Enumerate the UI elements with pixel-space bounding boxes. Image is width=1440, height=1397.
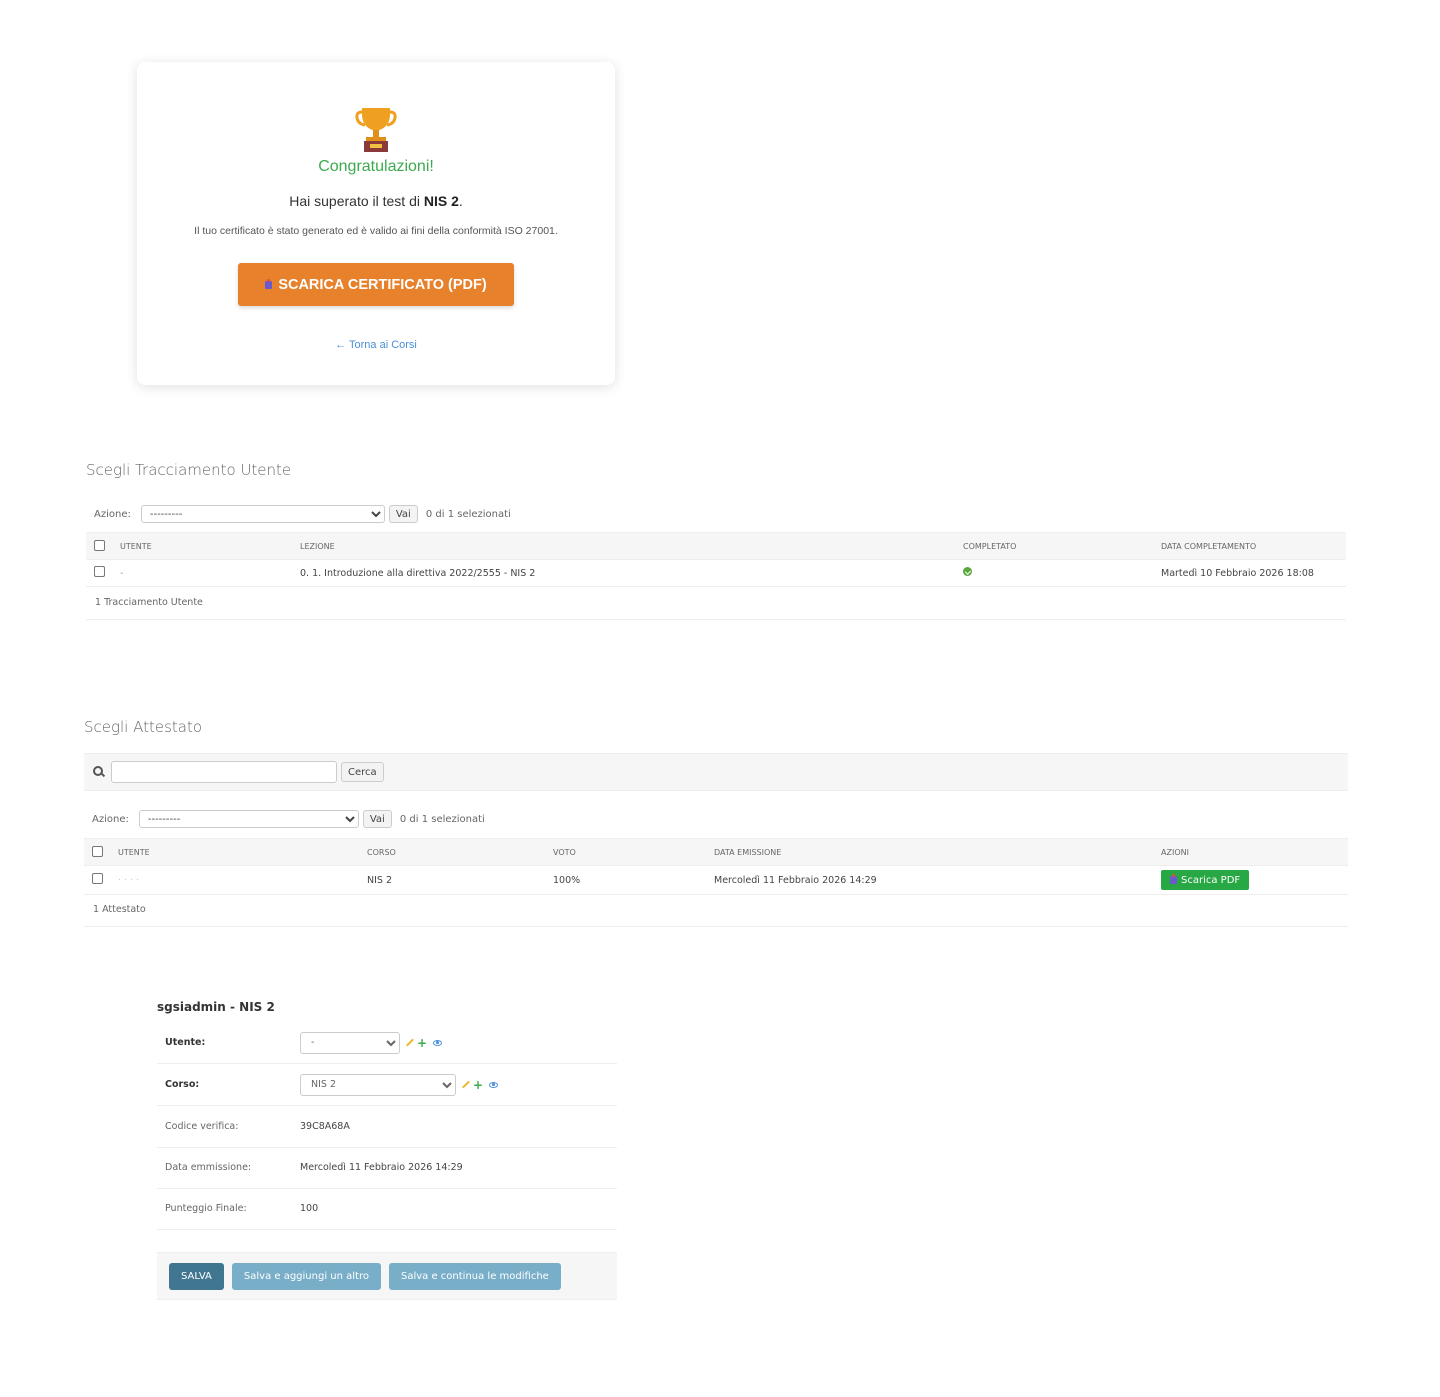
cell-azioni: Scarica PDF bbox=[1153, 865, 1348, 895]
tracking-paginator: 1 Tracciamento Utente bbox=[86, 586, 1346, 620]
column-data-completamento[interactable]: Data completamento bbox=[1153, 532, 1346, 560]
table-header-row: Utente Lezione Completato Data completam… bbox=[86, 532, 1346, 560]
add-plus-icon[interactable]: + bbox=[417, 1037, 427, 1049]
select-all-header bbox=[84, 838, 110, 866]
column-completato[interactable]: Completato bbox=[955, 532, 1153, 560]
column-corso[interactable]: Corso bbox=[359, 838, 545, 866]
cell-voto: 100% bbox=[545, 865, 706, 895]
add-plus-icon[interactable]: + bbox=[473, 1079, 483, 1091]
column-azioni: Azioni bbox=[1153, 838, 1348, 866]
cell-data-emissione: Mercoledì 11 Febbraio 2026 14:29 bbox=[706, 865, 1153, 895]
form-title: sgsiadmin - NIS 2 bbox=[157, 1000, 275, 1014]
field-label-codice: Codice verifica: bbox=[165, 1121, 239, 1132]
completed-check-icon bbox=[963, 567, 972, 576]
field-label-punteggio: Punteggio Finale: bbox=[165, 1203, 247, 1214]
tracking-title: Scegli Tracciamento Utente bbox=[86, 461, 292, 479]
tracking-actions: Azione: --------- Vai 0 di 1 selezionati bbox=[94, 505, 511, 523]
field-label-data: Data emmissione: bbox=[165, 1162, 252, 1173]
document-icon bbox=[1170, 874, 1177, 884]
punteggio-value: 100 bbox=[300, 1203, 319, 1214]
save-and-add-button[interactable]: Salva e aggiungi un altro bbox=[231, 1262, 381, 1290]
course-name: NIS 2 bbox=[423, 193, 459, 209]
field-row-utente: Utente: - + bbox=[157, 1022, 617, 1064]
field-label-utente: Utente: bbox=[165, 1037, 206, 1048]
field-label-corso: Corso: bbox=[165, 1079, 200, 1090]
search-button[interactable]: Cerca bbox=[341, 762, 384, 782]
field-row-corso: Corso: NIS 2 + bbox=[157, 1064, 617, 1106]
tracking-table: Utente Lezione Completato Data completam… bbox=[86, 532, 1346, 587]
select-all-checkbox[interactable] bbox=[94, 539, 105, 551]
action-label: Azione: bbox=[94, 508, 131, 520]
row-select-cell bbox=[84, 865, 110, 895]
edit-pencil-icon[interactable] bbox=[462, 1080, 470, 1089]
passed-prefix: Hai superato il test di bbox=[289, 193, 424, 209]
download-pdf-button[interactable]: Scarica PDF bbox=[1161, 870, 1250, 890]
congrats-heading: Congratulazioni! bbox=[318, 158, 434, 175]
select-all-header bbox=[86, 532, 112, 560]
table-row: - 0. 1. Introduzione alla direttiva 2022… bbox=[86, 559, 1346, 587]
edit-pencil-icon[interactable] bbox=[406, 1038, 414, 1047]
save-and-continue-button[interactable]: Salva e continua le modifiche bbox=[388, 1262, 561, 1290]
data-value: Mercoledì 11 Febbraio 2026 14:29 bbox=[300, 1162, 463, 1173]
cell-utente[interactable]: · · · · bbox=[110, 865, 359, 895]
certificate-card: Congratulazioni! Hai superato il test di… bbox=[137, 62, 615, 385]
download-pdf-label: Scarica PDF bbox=[1181, 874, 1241, 886]
cell-completato bbox=[955, 559, 1153, 587]
column-data-emissione[interactable]: Data emissione bbox=[706, 838, 1153, 866]
field-row-codice: Codice verifica: 39C8A68A bbox=[157, 1106, 617, 1148]
view-eye-icon[interactable] bbox=[433, 1039, 443, 1046]
related-actions: + bbox=[406, 1037, 443, 1049]
field-row-data: Data emmissione: Mercoledì 11 Febbraio 2… bbox=[157, 1147, 617, 1189]
table-header-row: Utente Corso Voto Data emissione Azioni bbox=[84, 838, 1348, 866]
cell-utente[interactable]: - bbox=[112, 559, 292, 587]
codice-value: 39C8A68A bbox=[300, 1121, 350, 1132]
attestato-paginator: 1 Attestato bbox=[84, 893, 1348, 927]
field-row-punteggio: Punteggio Finale: 100 bbox=[157, 1188, 617, 1230]
submit-row: SALVA Salva e aggiungi un altro Salva e … bbox=[157, 1252, 617, 1300]
action-select[interactable]: --------- bbox=[140, 505, 385, 523]
table-row: · · · · NIS 2 100% Mercoledì 11 Febbraio… bbox=[84, 865, 1348, 895]
search-icon bbox=[93, 766, 105, 778]
select-all-checkbox[interactable] bbox=[92, 845, 103, 857]
utente-select[interactable]: - bbox=[300, 1031, 400, 1054]
attestato-actions: Azione: --------- Vai 0 di 1 selezionati bbox=[92, 810, 485, 828]
view-eye-icon[interactable] bbox=[489, 1081, 499, 1088]
save-button[interactable]: SALVA bbox=[169, 1262, 224, 1290]
validity-note: Il tuo certificato è stato generato ed è… bbox=[194, 225, 558, 237]
back-to-courses-link[interactable]: ← Torna ai Corsi bbox=[137, 339, 615, 351]
selection-counter: 0 di 1 selezionati bbox=[425, 508, 511, 520]
corso-select[interactable]: NIS 2 bbox=[300, 1073, 456, 1096]
column-lezione[interactable]: Lezione bbox=[292, 532, 955, 560]
search-input[interactable] bbox=[111, 761, 337, 783]
row-checkbox[interactable] bbox=[92, 873, 103, 884]
action-label: Azione: bbox=[92, 813, 129, 825]
cell-corso: NIS 2 bbox=[359, 865, 545, 895]
row-checkbox[interactable] bbox=[94, 566, 105, 577]
column-utente[interactable]: Utente bbox=[110, 838, 359, 866]
trophy-icon bbox=[355, 108, 397, 152]
go-button[interactable]: Vai bbox=[362, 810, 392, 828]
go-button[interactable]: Vai bbox=[388, 505, 418, 523]
passed-message: Hai superato il test di NIS 2. bbox=[137, 193, 615, 209]
selection-counter: 0 di 1 selezionati bbox=[399, 813, 485, 825]
cell-lezione: 0. 1. Introduzione alla direttiva 2022/2… bbox=[292, 559, 955, 587]
cell-data: Martedì 10 Febbraio 2026 18:08 bbox=[1153, 559, 1346, 587]
action-select[interactable]: --------- bbox=[138, 810, 359, 828]
download-certificate-button[interactable]: SCARICA CERTIFICATO (PDF) bbox=[238, 263, 514, 306]
row-select-cell bbox=[86, 559, 112, 587]
column-utente[interactable]: Utente bbox=[112, 532, 292, 560]
attestato-table: Utente Corso Voto Data emissione Azioni … bbox=[84, 838, 1348, 895]
search-toolbar: Cerca bbox=[84, 753, 1348, 791]
download-certificate-label: SCARICA CERTIFICATO (PDF) bbox=[278, 276, 487, 293]
passed-suffix: . bbox=[458, 193, 463, 209]
document-icon bbox=[265, 278, 273, 289]
related-actions: + bbox=[462, 1079, 499, 1091]
column-voto[interactable]: Voto bbox=[545, 838, 706, 866]
attestato-title: Scegli Attestato bbox=[84, 718, 203, 736]
